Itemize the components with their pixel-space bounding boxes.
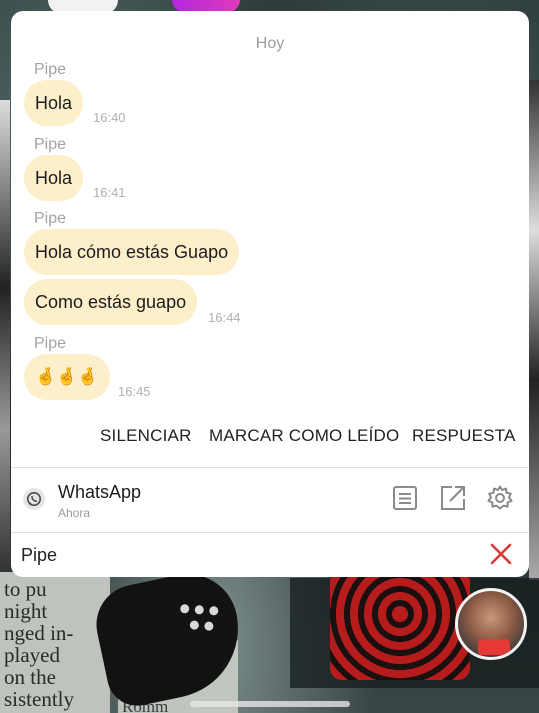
wallpaper-paper-text: to pu night nged in- played on the siste… [0,572,110,713]
settings-gear-icon[interactable] [486,484,514,512]
contact-name: Pipe [21,545,58,565]
mark-as-read-button[interactable]: MARCAR COMO LEÍDO [209,426,399,446]
message-sender: Pipe [34,61,67,78]
notification-timestamp: Ahora [58,506,91,520]
divider [11,532,529,533]
app-name: WhatsApp [58,482,142,502]
message-bubble[interactable]: Hola [24,155,84,201]
message-bubble[interactable]: 🤞🤞🤞 [24,354,110,400]
message-time: 16:40 [93,110,126,125]
home-indicator[interactable] [190,701,350,707]
message-time: 16:44 [208,310,241,325]
message-time: 16:41 [93,185,126,200]
mute-button[interactable]: SILENCIAR [100,426,192,446]
wallpaper-decoration [529,80,539,580]
notification-actions: SILENCIAR MARCAR COMO LEÍDO RESPUESTA [11,426,529,448]
wallpaper-decoration [0,100,10,570]
message-sender: Pipe [34,335,67,352]
open-external-icon[interactable] [439,484,467,512]
notification-card: Hoy Pipe Hola 16:40 Pipe Hola 16:41 Pipe… [11,11,529,577]
close-icon[interactable] [488,541,514,567]
date-header: Hoy [255,35,285,52]
message-bubble[interactable]: Hola cómo estás Guapo [24,229,240,275]
message-bubble[interactable]: Como estás guapo [24,279,198,325]
message-sender: Pipe [34,210,67,227]
message-time: 16:45 [118,384,151,399]
chat-head-avatar[interactable] [455,588,527,660]
divider [11,467,529,468]
message-bubble[interactable]: Hola [24,80,84,126]
message-list-icon[interactable] [391,484,419,512]
whatsapp-icon [23,488,45,510]
message-sender: Pipe [34,136,67,153]
wallpaper-red-spiral [330,560,470,680]
reply-button[interactable]: RESPUESTA [412,426,516,446]
